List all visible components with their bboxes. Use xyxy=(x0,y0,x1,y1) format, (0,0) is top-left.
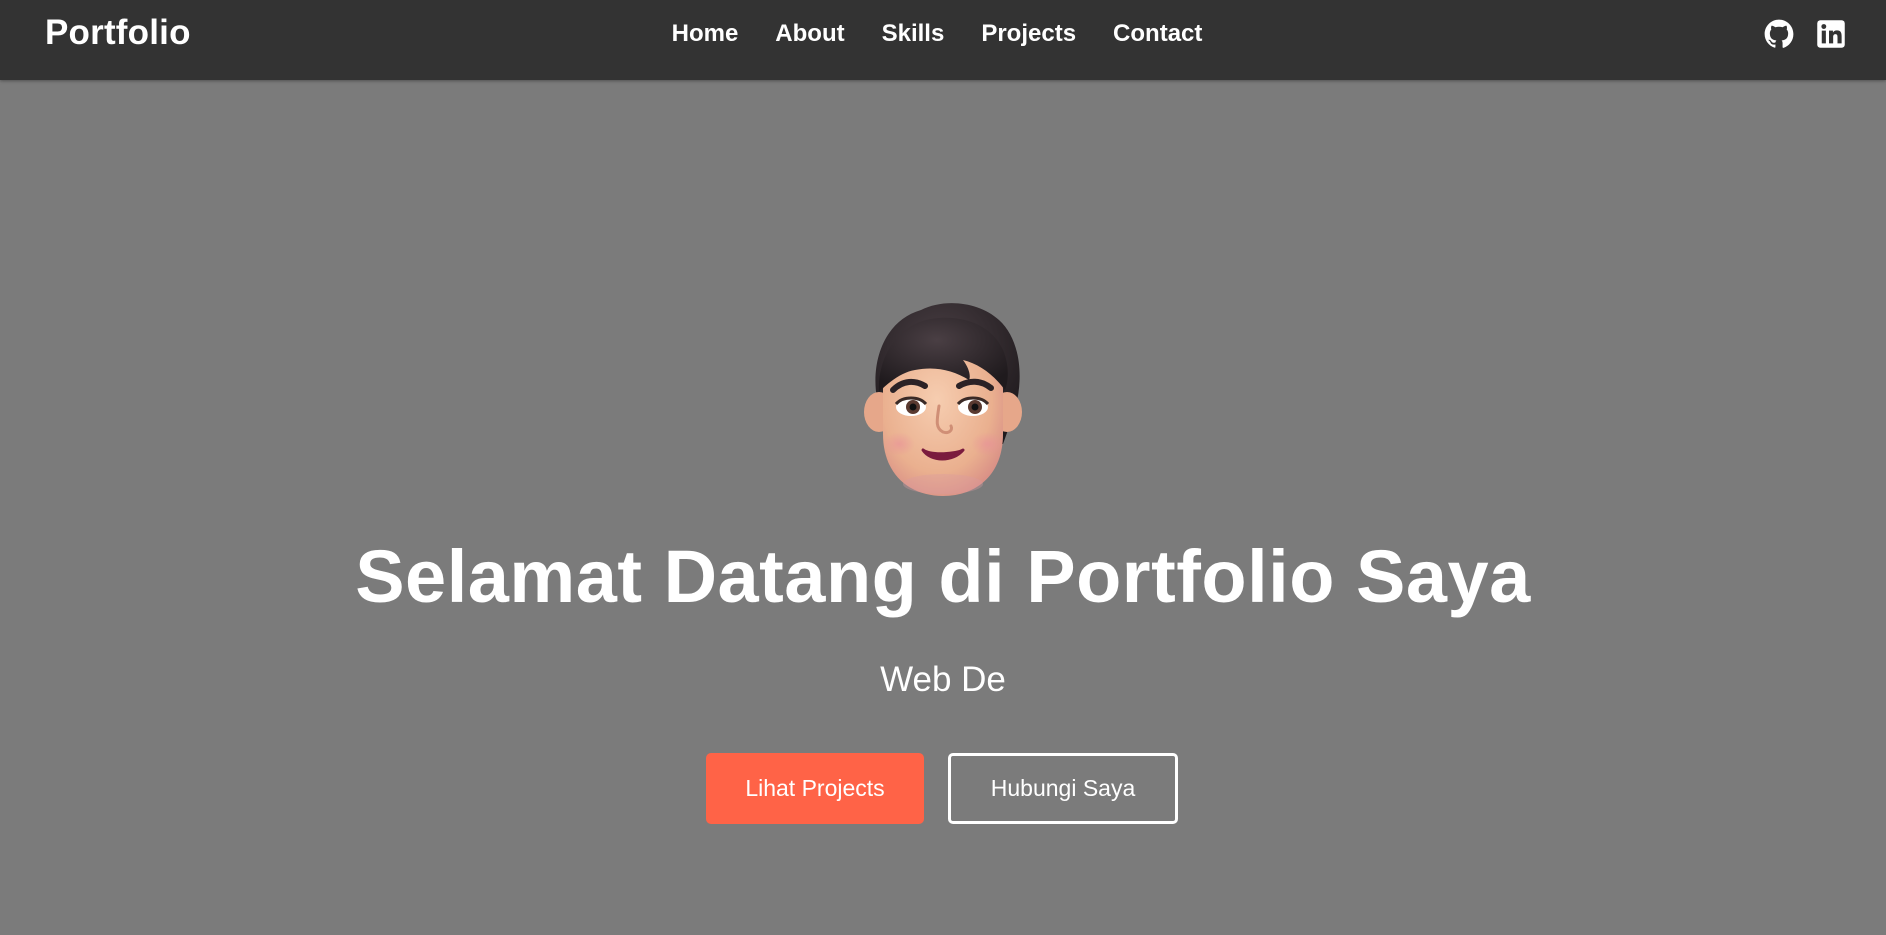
linkedin-icon[interactable] xyxy=(1816,19,1846,49)
contact-me-button[interactable]: Hubungi Saya xyxy=(948,753,1178,824)
nav-list: Home About Skills Projects Contact xyxy=(672,20,1203,48)
nav-item-contact: Contact xyxy=(1113,20,1202,48)
site-logo[interactable]: Portfolio xyxy=(45,13,191,53)
avatar-emoji-icon xyxy=(864,303,1022,496)
nav-link-contact[interactable]: Contact xyxy=(1113,20,1202,47)
nav-item-skills: Skills xyxy=(882,20,945,48)
nav-link-projects[interactable]: Projects xyxy=(981,20,1076,47)
hero-title: Selamat Datang di Portfolio Saya xyxy=(355,535,1531,618)
nav-item-projects: Projects xyxy=(981,20,1076,48)
nav-link-home[interactable]: Home xyxy=(672,20,739,47)
hero-buttons: Lihat Projects Hubungi Saya xyxy=(0,753,1885,824)
nav-link-about[interactable]: About xyxy=(775,20,844,47)
nav-link-skills[interactable]: Skills xyxy=(882,20,945,47)
hero-subtitle: Web De xyxy=(880,660,1006,699)
nav-item-about: About xyxy=(775,20,844,48)
view-projects-button[interactable]: Lihat Projects xyxy=(706,753,924,824)
navbar: Portfolio Home About Skills Projects Con… xyxy=(0,0,1886,80)
avatar xyxy=(853,294,1033,499)
main-nav: Home About Skills Projects Contact xyxy=(0,20,1886,48)
nav-item-home: Home xyxy=(672,20,739,48)
github-icon[interactable] xyxy=(1764,19,1794,49)
social-links xyxy=(1764,19,1846,49)
hero-section: Selamat Datang di Portfolio Saya Web De … xyxy=(0,80,1886,935)
